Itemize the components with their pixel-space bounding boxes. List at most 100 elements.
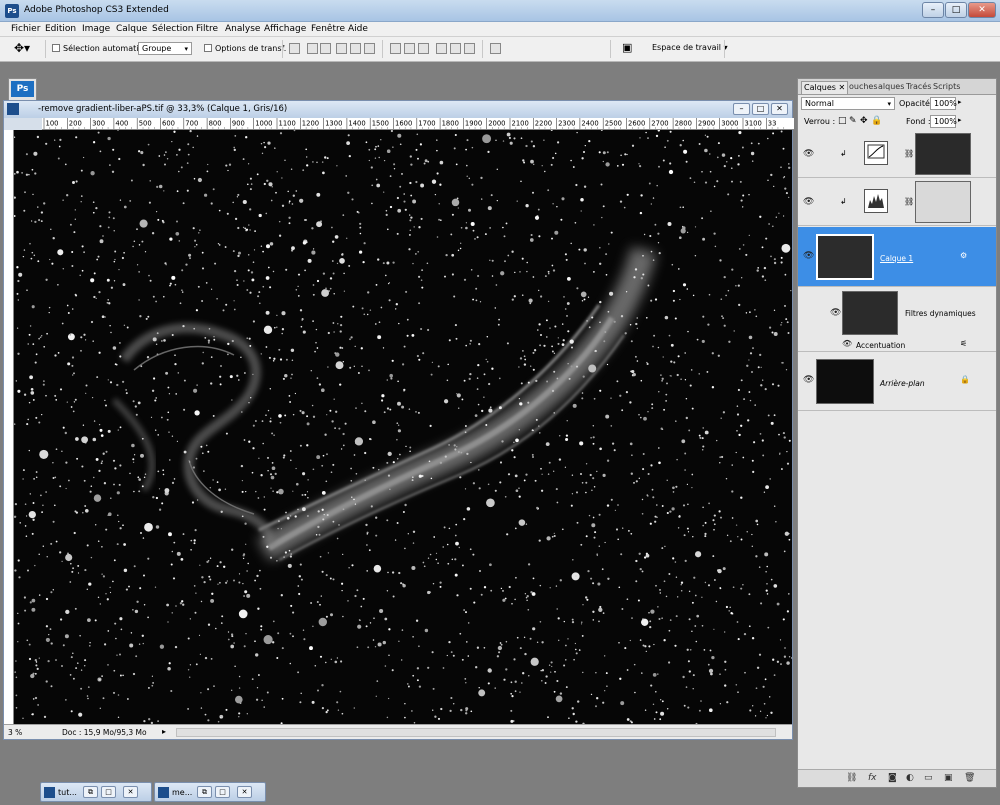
- lock-position-icon[interactable]: ✥: [860, 116, 868, 126]
- add-mask-icon[interactable]: ◙: [888, 773, 897, 783]
- zoom-level[interactable]: 3 %: [8, 728, 22, 737]
- tab-paths[interactable]: Tracés: [904, 81, 933, 94]
- new-layer-icon[interactable]: ▣: [944, 773, 953, 783]
- layer-calque-1[interactable]: 👁 Calque 1 ⚙: [798, 227, 996, 287]
- distribute-left-icon[interactable]: [436, 43, 447, 54]
- align-hcenter-icon[interactable]: [350, 43, 361, 54]
- tab-channels[interactable]: ouches: [847, 81, 880, 94]
- tab-layers[interactable]: Calques ✕: [801, 81, 849, 94]
- star: [510, 692, 513, 695]
- menu-analyse[interactable]: Analyse: [225, 22, 260, 34]
- menu-affichage[interactable]: Affichage: [264, 22, 306, 34]
- menu-fenetre[interactable]: Fenêtre: [311, 22, 345, 34]
- menu-filtre[interactable]: Filtre: [196, 22, 218, 34]
- layer-name[interactable]: Calque 1: [880, 254, 913, 263]
- menu-edition[interactable]: Edition: [45, 22, 76, 34]
- doc-minimize-button[interactable]: –: [733, 103, 750, 115]
- star: [112, 217, 115, 220]
- smart-filter-mask-thumb[interactable]: [842, 291, 898, 335]
- close-button[interactable]: ✕: [123, 786, 138, 798]
- star: [335, 410, 338, 413]
- status-menu-arrow[interactable]: ▸: [162, 727, 166, 736]
- maximize-button[interactable]: □: [215, 786, 230, 798]
- workspace-menu[interactable]: Espace de travail ▾: [652, 43, 728, 52]
- link-layers-icon[interactable]: ⛓: [846, 773, 857, 783]
- menu-aide[interactable]: Aide: [348, 22, 368, 34]
- layer-background[interactable]: 👁 Arrière-plan 🔒: [798, 353, 996, 411]
- blend-mode-dropdown[interactable]: Normal ▾: [801, 97, 895, 110]
- visibility-eye-icon[interactable]: 👁: [830, 308, 841, 318]
- distribute-top-icon[interactable]: [390, 43, 401, 54]
- chain-icon[interactable]: ⛓: [904, 149, 914, 158]
- star: [62, 644, 65, 647]
- star: [431, 651, 434, 654]
- image-canvas[interactable]: [14, 130, 792, 724]
- move-tool-preset-icon[interactable]: ✥▾: [14, 41, 30, 55]
- auto-select-dropdown[interactable]: Groupe ▾: [138, 42, 192, 55]
- fill-input[interactable]: 100%: [930, 115, 957, 128]
- star: [604, 690, 606, 692]
- distribute-bottom-icon[interactable]: [418, 43, 429, 54]
- star: [671, 263, 674, 266]
- minimized-window-2[interactable]: me... ⧉ □ ✕: [154, 782, 266, 802]
- distribute-right-icon[interactable]: [464, 43, 475, 54]
- workspace-icon[interactable]: ▣: [622, 41, 632, 54]
- lock-transparency-icon[interactable]: □: [838, 116, 847, 126]
- layer-curves[interactable]: 👁 ↲ ⛓: [798, 130, 996, 178]
- layer-mask-thumb[interactable]: [915, 133, 971, 175]
- align-vcenter-icon[interactable]: [307, 43, 318, 54]
- distribute-vcenter-icon[interactable]: [404, 43, 415, 54]
- close-button[interactable]: ✕: [968, 2, 996, 18]
- maximize-button[interactable]: □: [945, 2, 967, 18]
- fill-slider-arrow[interactable]: ▸: [958, 116, 962, 124]
- opacity-input[interactable]: 100%: [930, 97, 957, 110]
- lock-pixels-icon[interactable]: ✎: [849, 116, 857, 126]
- transform-options-checkbox[interactable]: Options de transf.: [204, 44, 286, 53]
- minimized-window-1[interactable]: tut... ⧉ □ ✕: [40, 782, 152, 802]
- visibility-eye-icon[interactable]: 👁: [803, 375, 814, 385]
- star: [432, 687, 435, 690]
- filter-options-icon[interactable]: ⚟: [960, 339, 967, 348]
- delete-layer-icon[interactable]: 🗑: [964, 773, 975, 783]
- layer-mask-thumb[interactable]: [915, 181, 971, 223]
- smart-filters-row[interactable]: 👁 Filtres dynamiques: [798, 288, 996, 338]
- filter-row-accentuation[interactable]: 👁 Accentuation ⚟: [798, 338, 996, 352]
- star: [522, 672, 525, 675]
- layer-style-icon[interactable]: fx: [868, 773, 877, 783]
- minimize-button[interactable]: –: [922, 2, 944, 18]
- align-bottom-icon[interactable]: [320, 43, 331, 54]
- tab-comps[interactable]: alques: [876, 81, 906, 94]
- align-left-icon[interactable]: [336, 43, 347, 54]
- visibility-eye-icon[interactable]: 👁: [803, 251, 814, 261]
- doc-close-button[interactable]: ✕: [771, 103, 788, 115]
- maximize-button[interactable]: □: [101, 786, 116, 798]
- menu-image[interactable]: Image: [82, 22, 110, 34]
- horizontal-scrollbar[interactable]: [176, 728, 776, 737]
- align-top-icon[interactable]: [289, 43, 300, 54]
- doc-maximize-button[interactable]: □: [752, 103, 769, 115]
- menu-fichier[interactable]: Fichier: [11, 22, 40, 34]
- auto-align-icon[interactable]: [490, 43, 501, 54]
- star: [204, 713, 207, 716]
- menu-selection[interactable]: Sélection: [152, 22, 193, 34]
- visibility-eye-icon[interactable]: 👁: [842, 339, 852, 348]
- align-right-icon[interactable]: [364, 43, 375, 54]
- star: [286, 516, 290, 520]
- restore-button[interactable]: ⧉: [83, 786, 98, 798]
- visibility-eye-icon[interactable]: 👁: [803, 197, 814, 207]
- opacity-slider-arrow[interactable]: ▸: [958, 98, 962, 106]
- lock-all-icon[interactable]: 🔒: [871, 116, 882, 126]
- new-group-icon[interactable]: ▭: [924, 773, 933, 783]
- menu-calque[interactable]: Calque: [116, 22, 147, 34]
- layer-levels[interactable]: 👁 ↲ ⛓: [798, 178, 996, 226]
- close-button[interactable]: ✕: [237, 786, 252, 798]
- layer-name[interactable]: Arrière-plan: [880, 379, 925, 388]
- visibility-eye-icon[interactable]: 👁: [803, 149, 814, 159]
- chain-icon[interactable]: ⛓: [904, 197, 914, 206]
- distribute-hcenter-icon[interactable]: [450, 43, 461, 54]
- restore-button[interactable]: ⧉: [197, 786, 212, 798]
- star: [336, 537, 339, 540]
- tab-scripts[interactable]: Scripts: [931, 81, 962, 94]
- new-adjustment-icon[interactable]: ◐: [906, 773, 914, 783]
- star: [42, 545, 45, 548]
